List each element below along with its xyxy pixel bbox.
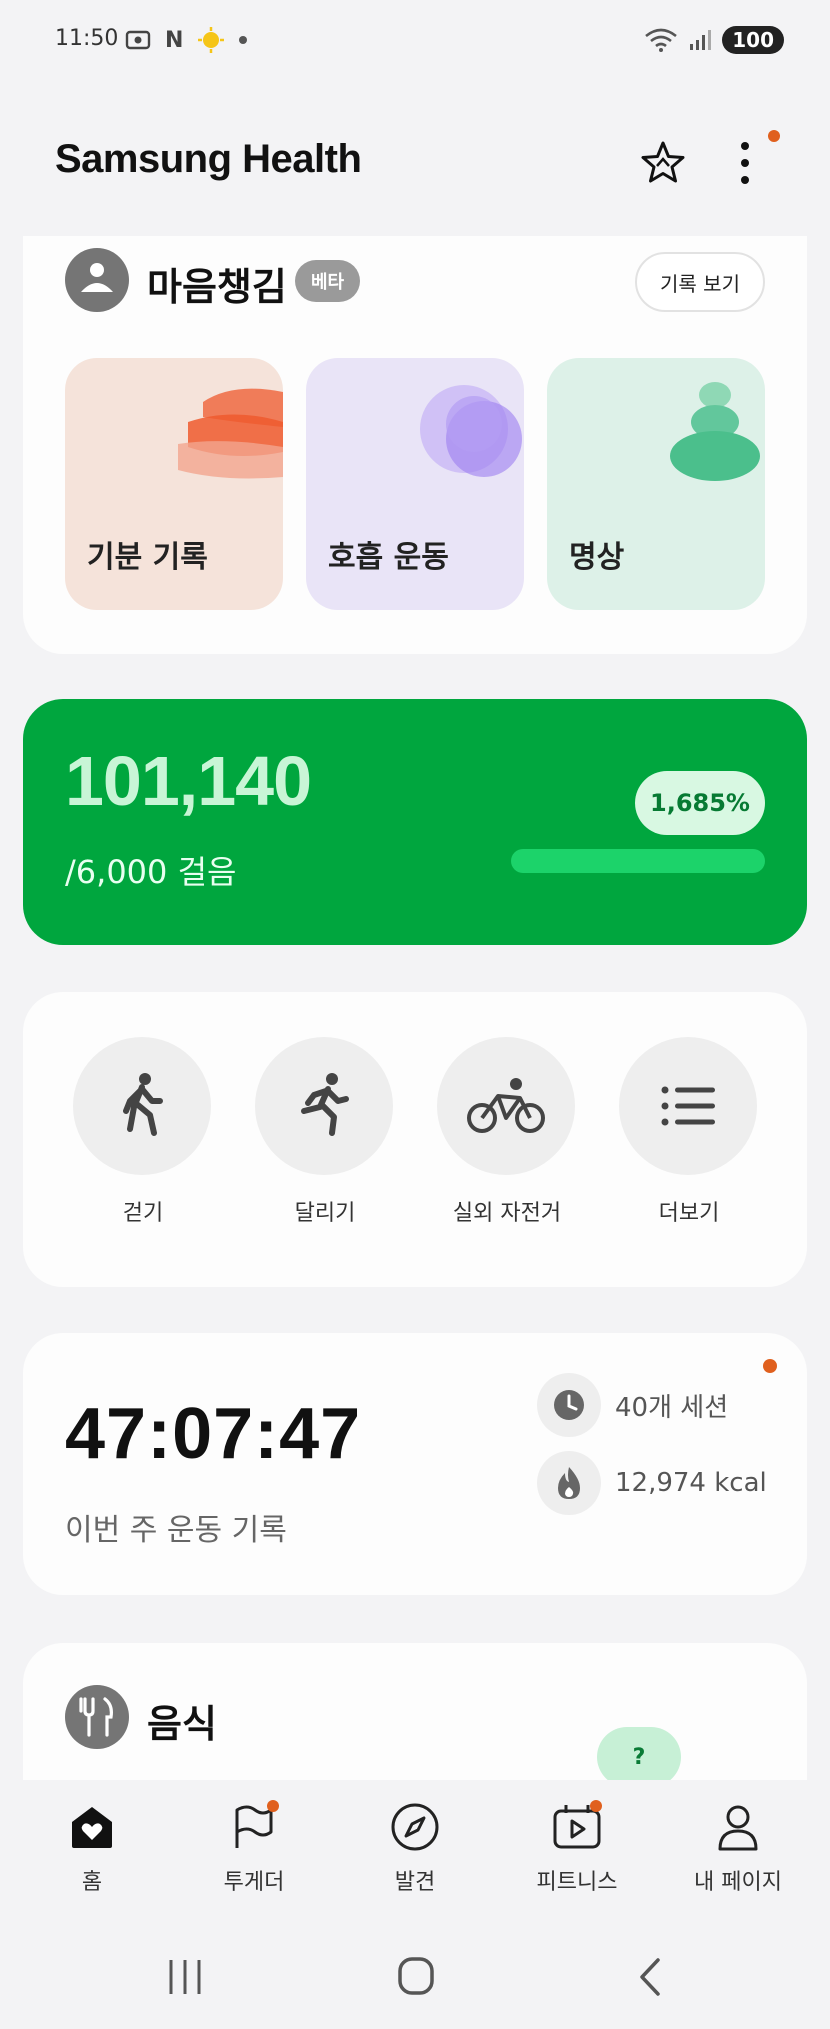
walking-icon <box>73 1037 211 1175</box>
nav-label: 투게더 <box>223 1870 285 1895</box>
notification-dot <box>267 1800 279 1812</box>
help-button[interactable]: ? <box>597 1727 681 1787</box>
back-icon[interactable] <box>632 1956 668 1998</box>
mood-log-tile[interactable]: 기분 기록 <box>65 358 283 610</box>
screenshot-icon <box>125 30 151 50</box>
weather-sun-icon <box>198 27 225 53</box>
fitness-video-icon <box>550 1800 604 1854</box>
status-time: 11:50 <box>55 26 119 51</box>
nav-label: 발견 <box>394 1870 436 1895</box>
steps-progress-fill <box>511 849 765 873</box>
activity-running[interactable]: 달리기 <box>255 1037 395 1227</box>
weekly-exercise-card[interactable]: 47:07:47 이번 주 운동 기록 40개 세션 12,974 kcal <box>23 1333 807 1595</box>
mindfulness-title: 마음챙김 <box>147 265 287 309</box>
recent-apps-icon[interactable] <box>165 1956 205 1998</box>
activity-more[interactable]: 더보기 <box>619 1037 759 1227</box>
steps-count: 101,140 <box>65 742 312 820</box>
profile-icon <box>711 1800 765 1854</box>
mood-log-label: 기분 기록 <box>87 540 208 575</box>
steps-percent-badge: 1,685% <box>635 771 765 835</box>
weekly-calories-value: 12,974 kcal <box>615 1468 767 1498</box>
signal-icon <box>690 30 712 50</box>
breathing-tile[interactable]: 호흡 운동 <box>306 358 524 610</box>
beta-badge: 베타 <box>295 260 361 302</box>
meditation-avatar-icon <box>65 248 129 312</box>
more-list-icon <box>619 1037 757 1175</box>
notification-dot <box>590 1800 602 1812</box>
activity-cycling[interactable]: 실외 자전거 <box>437 1037 577 1227</box>
nav-my-page[interactable]: 내 페이지 <box>658 1800 818 1896</box>
weekly-sessions: 40개 세션 <box>537 1373 728 1437</box>
system-navigation-bar <box>0 1950 830 2010</box>
nav-fitness[interactable]: 피트니스 <box>497 1800 657 1896</box>
meditation-label: 명상 <box>569 540 625 575</box>
activity-walking[interactable]: 걷기 <box>73 1037 213 1227</box>
activity-label: 걷기 <box>122 1201 164 1226</box>
nav-home[interactable]: 홈 <box>12 1800 172 1896</box>
meditation-stones-icon <box>670 382 760 481</box>
flag-icon <box>227 1800 281 1854</box>
nav-discover[interactable]: 발견 <box>335 1800 495 1896</box>
nav-label: 피트니스 <box>536 1870 618 1895</box>
breathing-label: 호흡 운동 <box>328 540 449 575</box>
view-history-button[interactable]: 기록 보기 <box>635 252 765 312</box>
n-icon: N <box>165 27 184 53</box>
nav-label: 홈 <box>81 1870 103 1895</box>
weekly-calories: 12,974 kcal <box>537 1451 767 1515</box>
mindfulness-card: 마음챙김 베타 기록 보기 기분 기록 호흡 운동 명상 <box>23 236 807 654</box>
activities-card: 걷기 달리기 실외 자전거 더보기 <box>23 992 807 1287</box>
more-notifications-dot-icon <box>239 36 248 44</box>
fork-knife-icon <box>65 1685 129 1749</box>
cycling-icon <box>437 1037 575 1175</box>
star-edit-icon[interactable] <box>640 140 686 186</box>
steps-goal: /6,000 걸음 <box>65 853 237 891</box>
compass-icon <box>388 1800 442 1854</box>
status-notification-icons: N <box>125 26 248 54</box>
food-title: 음식 <box>147 1702 217 1746</box>
weekly-exercise-time: 47:07:47 <box>65 1394 362 1474</box>
running-icon <box>255 1037 393 1175</box>
battery-indicator: 100 <box>722 26 784 54</box>
activity-label: 더보기 <box>658 1201 720 1226</box>
meditation-tile[interactable]: 명상 <box>547 358 765 610</box>
nav-together[interactable]: 투게더 <box>174 1800 334 1896</box>
more-options-icon[interactable] <box>735 140 755 186</box>
notification-dot <box>763 1359 777 1373</box>
clock-icon <box>537 1373 601 1437</box>
nav-label: 내 페이지 <box>694 1870 782 1895</box>
home-button-icon[interactable] <box>396 1955 436 1997</box>
weekly-sessions-value: 40개 세션 <box>615 1392 729 1423</box>
activity-label: 실외 자전거 <box>452 1201 562 1226</box>
flame-icon <box>537 1451 601 1515</box>
steps-card[interactable]: 101,140 /6,000 걸음 1,685% <box>23 699 807 945</box>
weekly-exercise-label: 이번 주 운동 기록 <box>65 1513 287 1548</box>
notification-dot <box>768 130 780 142</box>
breathing-shape-icon <box>420 385 522 477</box>
mood-shape-icon <box>178 388 283 479</box>
activity-label: 달리기 <box>294 1201 356 1226</box>
wifi-icon <box>645 28 678 52</box>
home-icon <box>65 1800 119 1854</box>
steps-progress-bar <box>511 849 765 873</box>
app-title: Samsung Health <box>55 137 362 181</box>
status-right: 100 <box>644 26 784 54</box>
